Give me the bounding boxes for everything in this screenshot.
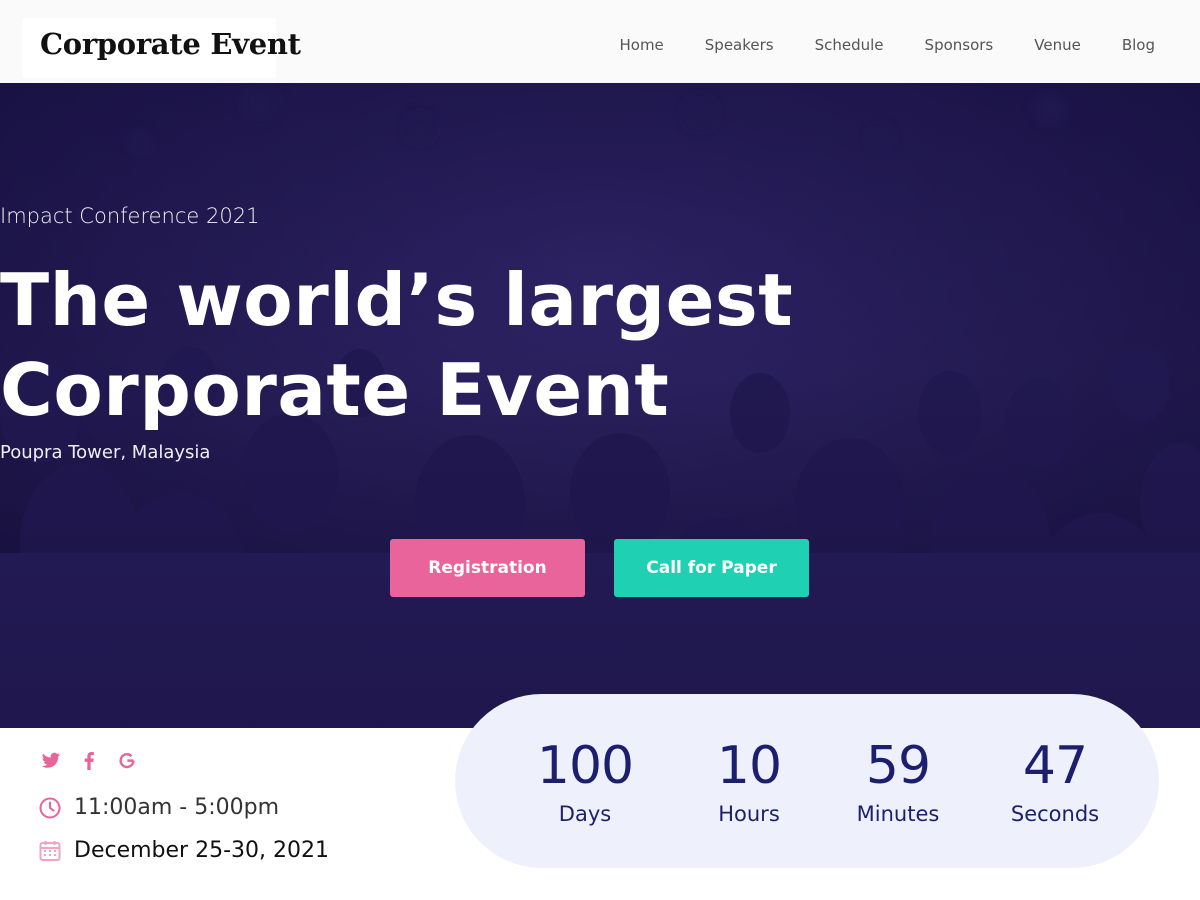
countdown-minutes-value: 59 bbox=[865, 736, 931, 796]
registration-button[interactable]: Registration bbox=[390, 539, 585, 597]
top-navigation: Corporate Event Home Speakers Schedule S… bbox=[0, 0, 1200, 83]
event-time: 11:00am - 5:00pm bbox=[74, 795, 280, 820]
site-logo[interactable]: Corporate Event bbox=[40, 27, 301, 61]
nav-link-blog[interactable]: Blog bbox=[1122, 36, 1155, 54]
clock-icon bbox=[38, 796, 62, 820]
nav-link-sponsors[interactable]: Sponsors bbox=[925, 36, 994, 54]
headline-line-2: Corporate Event bbox=[0, 348, 670, 432]
event-date: December 25-30, 2021 bbox=[74, 838, 329, 863]
google-icon[interactable] bbox=[116, 750, 138, 772]
event-date-row: December 25-30, 2021 bbox=[38, 838, 329, 863]
headline-line-1: The world’s largest bbox=[0, 258, 794, 342]
call-for-paper-button[interactable]: Call for Paper bbox=[614, 539, 809, 597]
facebook-icon[interactable] bbox=[78, 750, 100, 772]
nav-link-venue[interactable]: Venue bbox=[1034, 36, 1081, 54]
countdown-hours-value: 10 bbox=[716, 736, 782, 796]
event-subtitle: Impact Conference 2021 bbox=[0, 204, 260, 228]
twitter-icon[interactable] bbox=[40, 750, 62, 772]
countdown-days: 100 Days bbox=[525, 734, 645, 828]
countdown-seconds-value: 47 bbox=[1022, 736, 1088, 796]
nav-link-schedule[interactable]: Schedule bbox=[815, 36, 884, 54]
countdown-hours: 10 Hours bbox=[689, 734, 809, 828]
nav-link-speakers[interactable]: Speakers bbox=[705, 36, 774, 54]
calendar-icon bbox=[38, 839, 62, 863]
countdown-days-value: 100 bbox=[536, 736, 634, 796]
hero-banner: Impact Conference 2021 The world’s large… bbox=[0, 83, 1200, 728]
countdown-minutes: 59 Minutes bbox=[838, 734, 958, 828]
countdown-timer: 100 Days 10 Hours 59 Minutes 47 Seconds bbox=[455, 694, 1159, 868]
countdown-hours-label: Hours bbox=[718, 802, 780, 826]
event-location: Poupra Tower, Malaysia bbox=[0, 442, 211, 463]
nav-links: Home Speakers Schedule Sponsors Venue Bl… bbox=[578, 36, 1155, 54]
countdown-days-label: Days bbox=[558, 802, 612, 826]
countdown-minutes-label: Minutes bbox=[856, 802, 940, 826]
social-links bbox=[40, 750, 154, 772]
event-time-row: 11:00am - 5:00pm bbox=[38, 795, 279, 820]
countdown-seconds-label: Seconds bbox=[1010, 802, 1100, 826]
nav-link-home[interactable]: Home bbox=[619, 36, 663, 54]
hero-headline: The world’s largest Corporate Event bbox=[0, 255, 1200, 435]
countdown-seconds: 47 Seconds bbox=[990, 734, 1120, 828]
